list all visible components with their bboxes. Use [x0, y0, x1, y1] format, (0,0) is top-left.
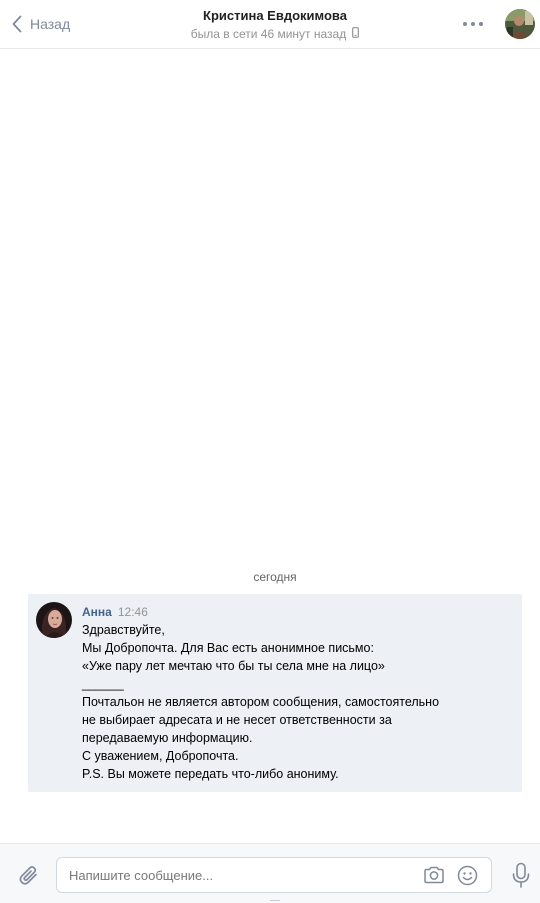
camera-icon: [423, 866, 445, 889]
microphone-icon: [512, 862, 530, 894]
message-author[interactable]: Анна: [82, 605, 112, 619]
back-label: Назад: [30, 16, 71, 32]
chat-header: Назад Кристина Евдокимова была в сети 46…: [0, 0, 540, 49]
contact-name[interactable]: Кристина Евдокимова: [140, 8, 410, 24]
last-seen-text: была в сети 46 минут назад: [190, 27, 347, 41]
message-line: не выбирает адресата и не несет ответств…: [82, 713, 392, 727]
message-line: передаваемую информацию.: [82, 731, 253, 745]
contact-status: была в сети 46 минут назад: [190, 27, 360, 41]
mobile-phone-icon: [352, 27, 360, 41]
camera-button[interactable]: [423, 865, 445, 885]
message-item: Анна 12:46 Здравствуйте, Мы Добропочта. Д…: [28, 594, 522, 792]
message-line: «Уже пару лет мечтаю что бы ты села мне …: [82, 659, 385, 673]
smile-icon: [457, 865, 478, 890]
chat-page: Назад Кристина Евдокимова была в сети 46…: [0, 0, 540, 903]
message-line: Почтальон не является автором сообщения,…: [82, 695, 440, 709]
chevron-left-icon: [12, 15, 22, 33]
emoji-button[interactable]: [457, 865, 478, 886]
message-line: Здравствуйте,: [82, 623, 165, 637]
more-dots-icon: [462, 21, 484, 38]
message-line: P.S. Вы можете передать что-либо анониму…: [82, 767, 339, 781]
message-line: Мы Добропочта. Для Вас есть анонимное пи…: [82, 641, 374, 655]
message-line: С уважением, Добропочта.: [82, 749, 239, 763]
paperclip-icon: [16, 866, 42, 893]
message-header: Анна 12:46: [82, 605, 148, 619]
message-input-wrapper: [56, 857, 492, 893]
message-text: Здравствуйте, Мы Добропочта. Для Вас ест…: [82, 621, 512, 783]
chat-title-block[interactable]: Кристина Евдокимова была в сети 46 минут…: [140, 8, 410, 43]
voice-message-button[interactable]: [512, 862, 530, 890]
contact-avatar[interactable]: [505, 9, 535, 39]
attach-button[interactable]: [16, 863, 42, 889]
date-separator: сегодня: [253, 570, 297, 584]
message-time[interactable]: 12:46: [118, 605, 148, 619]
back-button[interactable]: Назад: [12, 12, 70, 36]
message-line: ______: [82, 677, 124, 691]
more-options-button[interactable]: [462, 14, 484, 34]
message-input[interactable]: [69, 866, 409, 884]
message-composer: [0, 843, 540, 903]
author-avatar[interactable]: [36, 602, 72, 638]
